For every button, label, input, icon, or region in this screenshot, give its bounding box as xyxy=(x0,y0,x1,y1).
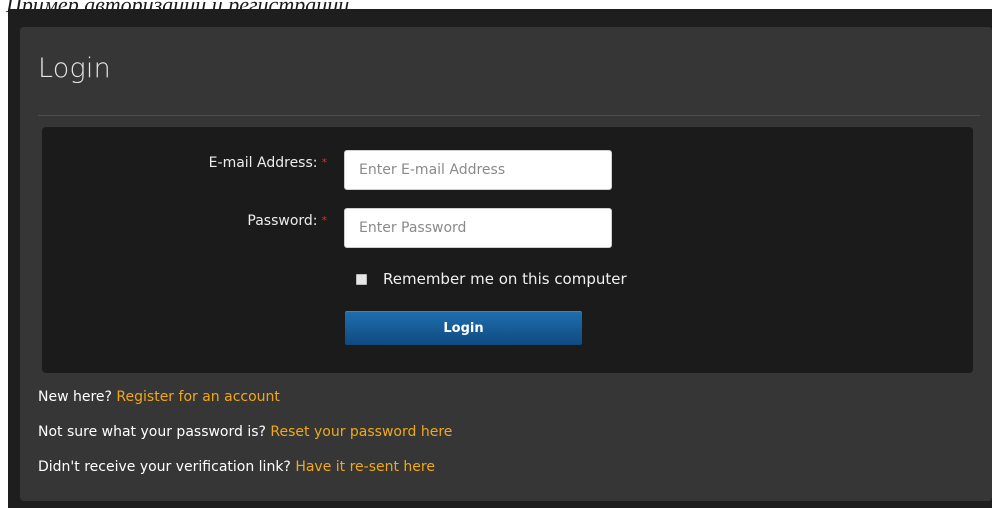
email-label-text: E-mail Address: xyxy=(208,155,318,171)
password-label: Password: * xyxy=(247,212,327,230)
login-form: E-mail Address:* Password:* Remember me … xyxy=(42,127,973,373)
register-line: New here? Register for an account xyxy=(38,389,280,405)
reset-password-link[interactable]: Reset your password here xyxy=(270,424,452,440)
remember-me-label: Remember me on this computer xyxy=(383,270,627,288)
password-label-text: Password: xyxy=(247,213,318,229)
reset-password-line: Not sure what your password is? Reset yo… xyxy=(38,424,452,440)
resend-verification-prefix: Didn't receive your verification link? xyxy=(38,459,291,475)
email-required-mark: * xyxy=(321,156,328,169)
password-field[interactable] xyxy=(344,208,612,248)
register-prefix: New here? xyxy=(38,389,112,405)
resend-verification-link[interactable]: Have it re-sent here xyxy=(295,459,435,475)
remember-me-checkbox[interactable] xyxy=(356,273,367,285)
login-panel: Login E-mail Address:* Password:* Rememb… xyxy=(20,27,992,501)
password-required-mark: * xyxy=(321,214,328,227)
resend-verification-line: Didn't receive your verification link? H… xyxy=(38,459,435,475)
email-label: E-mail Address: * xyxy=(209,154,327,172)
reset-password-prefix: Not sure what your password is? xyxy=(38,424,266,440)
page-frame: Login E-mail Address:* Password:* Rememb… xyxy=(8,9,992,508)
panel-title: Login xyxy=(38,53,111,84)
register-link[interactable]: Register for an account xyxy=(116,389,279,405)
login-button[interactable]: Login xyxy=(345,311,582,345)
title-divider xyxy=(38,115,980,116)
email-field[interactable] xyxy=(344,150,612,190)
remember-me[interactable]: Remember me on this computer xyxy=(356,269,627,289)
